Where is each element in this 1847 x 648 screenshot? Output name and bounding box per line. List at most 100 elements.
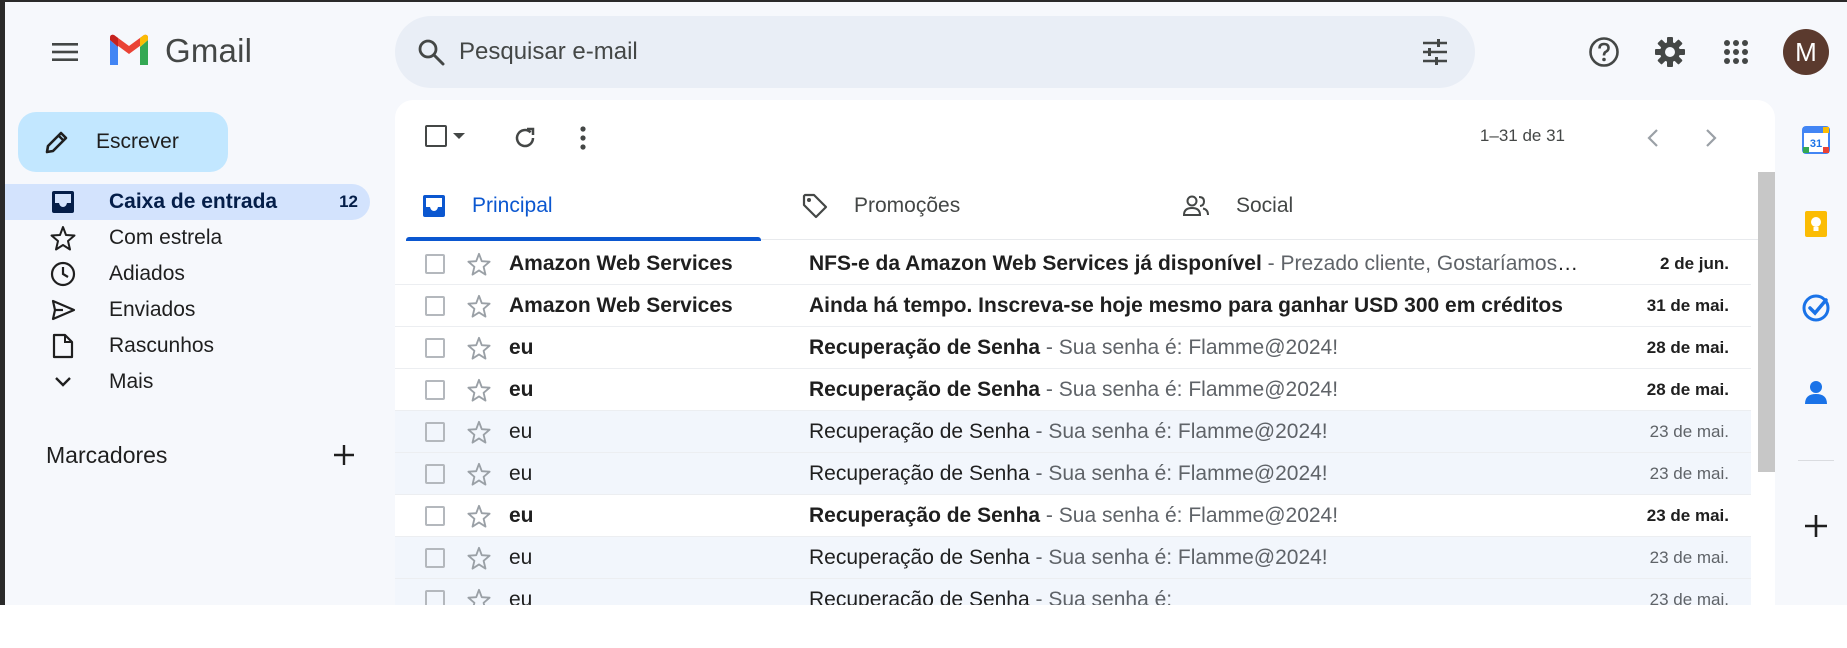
row-checkbox[interactable] [425, 464, 445, 484]
sidebar-item-drafts[interactable]: Rascunhos [5, 328, 375, 364]
labels-heading: Marcadores [46, 442, 168, 468]
email-row[interactable]: Amazon Web Services NFS-e da Amazon Web … [395, 243, 1751, 285]
help-button[interactable] [1580, 28, 1628, 76]
star-outline-icon[interactable] [467, 504, 491, 528]
select-all-checkbox[interactable] [425, 125, 447, 147]
keep-app-button[interactable] [1800, 208, 1832, 240]
sidebar-item-starred[interactable]: Com estrela [5, 220, 375, 256]
email-snippet: - Prezado cliente, Gostaríamos de inform… [1267, 251, 1579, 275]
compose-button[interactable]: Escrever [18, 112, 228, 172]
sidebar-item-sent[interactable]: Enviados [5, 292, 375, 328]
row-checkbox[interactable] [425, 548, 445, 568]
row-checkbox[interactable] [425, 590, 445, 605]
email-subject-line: Recuperação de Senha - Sua senha é: Flam… [809, 504, 1579, 528]
email-subject: Ainda há tempo. Inscreva-se hoje mesmo p… [809, 293, 1563, 317]
email-sender: eu [509, 377, 534, 401]
mail-list-panel: 1–31 de 31 Principal Promoções Social Am… [395, 100, 1775, 605]
email-subject-line: Recuperação de Senha - Sua senha é: Flam… [809, 420, 1579, 444]
contacts-app-button[interactable] [1800, 376, 1832, 408]
sidebar-item-label: Rascunhos [109, 334, 215, 357]
sidebar-item-inbox[interactable]: Caixa de entrada 12 [5, 184, 370, 220]
star-outline-icon[interactable] [467, 420, 491, 444]
email-row[interactable]: eu Recuperação de Senha - Sua senha é: F… [395, 369, 1751, 411]
star-outline-icon[interactable] [467, 378, 491, 402]
email-list: Amazon Web Services NFS-e da Amazon Web … [395, 243, 1751, 605]
inbox-tab-icon [423, 195, 445, 217]
star-outline-icon[interactable] [467, 294, 491, 318]
row-checkbox[interactable] [425, 254, 445, 274]
email-row[interactable]: eu Recuperação de Senha - Sua senha é: F… [395, 495, 1751, 537]
tab-principal[interactable]: Principal [406, 172, 760, 241]
search-options-icon[interactable] [1421, 38, 1449, 71]
account-avatar[interactable]: M [1783, 29, 1829, 75]
refresh-button[interactable] [507, 120, 543, 156]
email-row[interactable]: Amazon Web Services Ainda há tempo. Insc… [395, 285, 1751, 327]
email-subject: Recuperação de Senha [809, 545, 1030, 569]
row-checkbox[interactable] [425, 380, 445, 400]
more-actions-button[interactable] [565, 120, 601, 156]
search-input[interactable] [459, 30, 1359, 74]
email-subject-line: Recuperação de Senha - Sua senha é: Flam… [809, 462, 1579, 486]
newer-page-button[interactable] [1635, 120, 1671, 156]
calendar-app-button[interactable]: 31 [1800, 124, 1832, 156]
google-apps-button[interactable] [1712, 28, 1760, 76]
chevron-down-icon [49, 368, 77, 396]
tasks-app-button[interactable] [1800, 292, 1832, 324]
select-dropdown-caret-icon[interactable] [453, 133, 465, 139]
mail-list-scrollbar[interactable] [1758, 172, 1775, 472]
star-outline-icon[interactable] [467, 252, 491, 276]
get-addons-button[interactable] [1800, 510, 1832, 542]
star-outline-icon[interactable] [467, 336, 491, 360]
star-outline-icon[interactable] [467, 546, 491, 570]
plus-icon [334, 445, 354, 465]
sidebar-item-label: Adiados [109, 262, 185, 285]
email-date: 23 de mai. [1649, 589, 1729, 606]
tab-social[interactable]: Social [1166, 172, 1293, 240]
email-subject-line: Recuperação de Senha - Sua senha é: Flam… [809, 336, 1579, 360]
email-row[interactable]: eu Recuperação de Senha - Sua senha é: F… [395, 411, 1751, 453]
app-name: Gmail [165, 32, 253, 69]
email-sender: Amazon Web Services [509, 251, 733, 275]
email-row[interactable]: eu Recuperação de Senha - Sua senha é: F… [395, 327, 1751, 369]
create-label-button[interactable] [327, 438, 361, 472]
row-checkbox[interactable] [425, 338, 445, 358]
sidebar-item-more[interactable]: Mais [5, 364, 375, 400]
star-outline-icon[interactable] [467, 588, 491, 605]
email-snippet: - Sua senha é: Flamme@2024! [1029, 545, 1328, 569]
tab-label: Principal [472, 194, 553, 217]
email-snippet: - Sua senha é: Flamme@2024! [1029, 461, 1328, 485]
chevron-left-icon [1647, 129, 1658, 147]
gmail-logo[interactable]: Gmail [107, 32, 252, 70]
row-checkbox[interactable] [425, 296, 445, 316]
email-subject: Recuperação de Senha [809, 419, 1030, 443]
email-row[interactable]: eu Recuperação de Senha - Sua senha é: 2… [395, 579, 1751, 605]
email-subject: Recuperação de Senha [809, 503, 1041, 527]
sidebar-item-snoozed[interactable]: Adiados [5, 256, 375, 292]
plus-icon [1805, 515, 1827, 537]
star-outline-icon[interactable] [467, 462, 491, 486]
search-icon[interactable] [417, 38, 445, 71]
gmail-window: Gmail M Escrever Caixa de entrada 12 Com… [0, 0, 1847, 605]
row-checkbox[interactable] [425, 506, 445, 526]
compose-label: Escrever [96, 130, 179, 153]
settings-button[interactable] [1646, 28, 1694, 76]
rail-divider [1798, 460, 1834, 461]
email-row[interactable]: eu Recuperação de Senha - Sua senha é: F… [395, 537, 1751, 579]
calendar-day: 31 [1810, 138, 1822, 150]
email-date: 23 de mai. [1649, 421, 1729, 441]
tab-label: Social [1236, 194, 1294, 217]
tasks-check-icon [1802, 294, 1830, 322]
more-vert-icon [580, 126, 586, 150]
sidebar-item-label: Mais [109, 370, 154, 393]
email-sender: Amazon Web Services [509, 293, 733, 317]
email-subject-line: Recuperação de Senha - Sua senha é: Flam… [809, 378, 1579, 402]
email-date: 31 de mai. [1646, 295, 1729, 315]
older-page-button[interactable] [1693, 120, 1729, 156]
search-bar[interactable] [395, 16, 1475, 88]
email-sender: eu [509, 545, 533, 569]
tab-promocoes[interactable]: Promoções [786, 172, 960, 240]
main-menu-button[interactable] [41, 28, 89, 76]
email-date: 28 de mai. [1646, 379, 1729, 399]
row-checkbox[interactable] [425, 422, 445, 442]
email-row[interactable]: eu Recuperação de Senha - Sua senha é: F… [395, 453, 1751, 495]
